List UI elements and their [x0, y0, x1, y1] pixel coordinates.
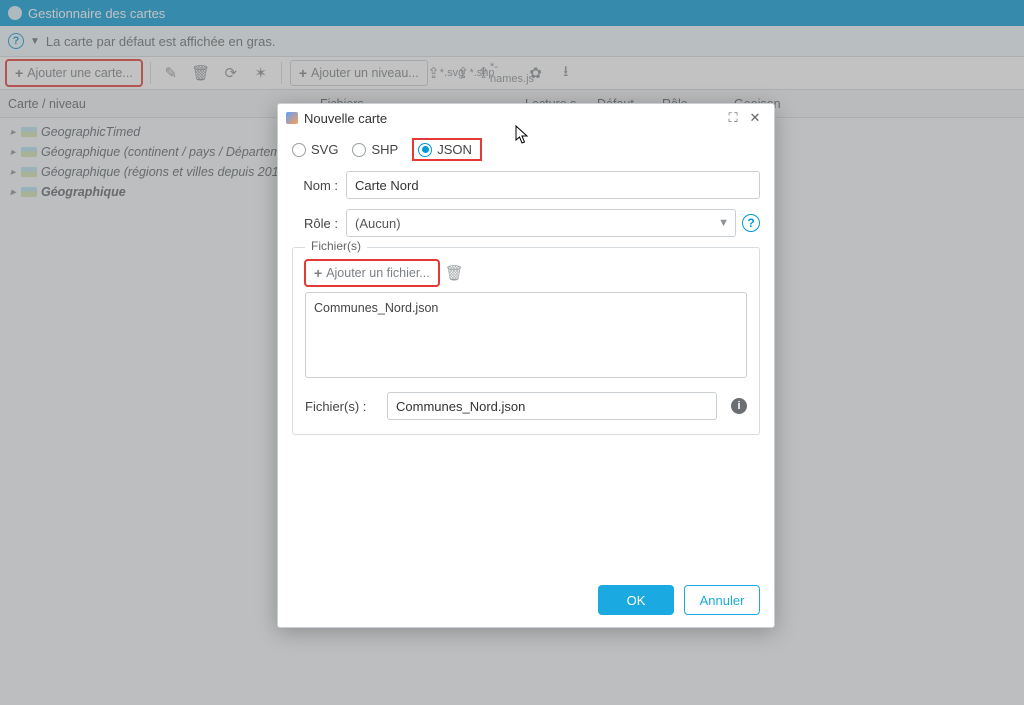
- file-toolbar: + Ajouter un fichier... 🗑: [305, 260, 747, 286]
- radio-svg-label: SVG: [311, 142, 338, 157]
- close-icon[interactable]: ✕: [744, 107, 766, 129]
- cube-icon: [286, 112, 298, 124]
- name-label: Nom :: [292, 178, 338, 193]
- file-list[interactable]: Communes_Nord.json: [305, 292, 747, 378]
- files-legend: Fichier(s): [305, 239, 367, 253]
- role-value: (Aucun): [355, 216, 401, 231]
- dialog-titlebar[interactable]: Nouvelle carte ⛶ ✕: [278, 104, 774, 132]
- radio-svg[interactable]: SVG: [292, 142, 338, 157]
- radio-json-label: JSON: [437, 142, 472, 157]
- maximize-icon[interactable]: ⛶: [722, 107, 744, 129]
- dialog-body: SVG SHP JSON Nom : Rôle : (Aucun) ▼ ? Fi…: [278, 132, 774, 573]
- ok-button[interactable]: OK: [598, 585, 674, 615]
- file-list-item[interactable]: Communes_Nord.json: [314, 299, 738, 317]
- chevron-down-icon: ▼: [718, 217, 729, 229]
- add-file-button[interactable]: + Ajouter un fichier...: [305, 260, 439, 286]
- files-fieldset: Fichier(s) + Ajouter un fichier... 🗑 Com…: [292, 247, 760, 435]
- name-row: Nom :: [292, 171, 760, 199]
- fileset-label: Fichier(s) :: [305, 399, 379, 414]
- radio-json[interactable]: JSON: [418, 142, 472, 157]
- radio-shp[interactable]: SHP: [352, 142, 398, 157]
- name-input[interactable]: [346, 171, 760, 199]
- role-help-icon[interactable]: ?: [742, 214, 760, 232]
- info-icon[interactable]: i: [731, 398, 747, 414]
- plus-icon: +: [314, 265, 322, 281]
- radio-shp-label: SHP: [371, 142, 398, 157]
- new-map-dialog: Nouvelle carte ⛶ ✕ SVG SHP JSON Nom : Rô…: [277, 103, 775, 628]
- radio-json-highlight: JSON: [412, 138, 482, 161]
- role-label: Rôle :: [292, 216, 338, 231]
- role-row: Rôle : (Aucun) ▼ ?: [292, 209, 760, 237]
- dialog-title: Nouvelle carte: [304, 111, 387, 126]
- fileset-input[interactable]: [387, 392, 717, 420]
- role-select[interactable]: (Aucun) ▼: [346, 209, 736, 237]
- add-file-label: Ajouter un fichier...: [326, 266, 430, 280]
- delete-file-icon[interactable]: 🗑: [445, 264, 464, 282]
- dialog-footer: OK Annuler: [278, 573, 774, 627]
- cancel-button[interactable]: Annuler: [684, 585, 760, 615]
- fileset-row: Fichier(s) : i: [305, 392, 747, 420]
- format-radio-group: SVG SHP JSON: [292, 138, 760, 161]
